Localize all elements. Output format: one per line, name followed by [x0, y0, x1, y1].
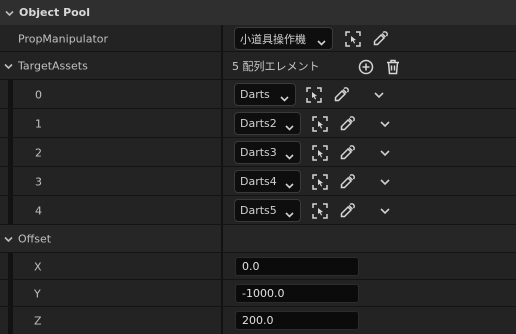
- eyedropper-icon[interactable]: [372, 31, 388, 47]
- indent-guide: [8, 109, 13, 138]
- target-asset-element-row: 2 Darts3: [0, 138, 516, 167]
- collapse-chevron-icon[interactable]: [5, 8, 14, 17]
- prop-manipulator-label: PropManipulator: [18, 32, 109, 45]
- chevron-down-icon: [285, 208, 294, 218]
- column-divider[interactable]: [221, 280, 223, 307]
- target-asset-element-row: 4 Darts5: [0, 196, 516, 225]
- element-expand-chevron-icon[interactable]: [374, 91, 384, 99]
- prop-manipulator-row: PropManipulator 小道具操作機: [0, 25, 516, 52]
- column-divider[interactable]: [221, 109, 223, 138]
- add-element-icon[interactable]: [358, 59, 374, 75]
- element-asset-value: Darts: [240, 88, 270, 101]
- target-assets-label: TargetAssets: [18, 59, 88, 73]
- chevron-down-icon: [285, 121, 294, 131]
- offset-y-input[interactable]: -1000.0: [235, 284, 359, 303]
- target-assets-name-cell: TargetAssets: [0, 52, 221, 80]
- indent-guide: [8, 280, 13, 307]
- browse-icon[interactable]: [306, 87, 322, 103]
- eyedropper-icon[interactable]: [339, 116, 355, 132]
- trash-icon[interactable]: [385, 59, 401, 75]
- offset-x-label: X: [34, 260, 42, 273]
- element-asset-value: Darts4: [240, 175, 277, 188]
- offset-x-row: X 0.0: [0, 253, 516, 280]
- object-pool-title: Object Pool: [19, 6, 91, 19]
- column-divider[interactable]: [221, 225, 223, 253]
- array-count-text: 5 配列エレメント: [232, 60, 320, 73]
- element-asset-value: Darts5: [240, 204, 277, 217]
- element-index: 2: [35, 146, 42, 159]
- eyedropper-icon[interactable]: [339, 203, 355, 219]
- element-expand-chevron-icon[interactable]: [380, 120, 390, 128]
- element-expand-chevron-icon[interactable]: [380, 149, 390, 157]
- indent-guide: [8, 80, 13, 109]
- offset-z-row: Z 200.0: [0, 307, 516, 334]
- element-index: 4: [35, 204, 42, 217]
- eyedropper-icon[interactable]: [339, 145, 355, 161]
- target-asset-element-row: 0 Darts: [0, 80, 516, 109]
- offset-y-label: Y: [34, 287, 41, 300]
- column-divider[interactable]: [221, 52, 223, 80]
- column-divider[interactable]: [221, 80, 223, 109]
- chevron-down-icon[interactable]: [4, 235, 13, 244]
- object-pool-category-header[interactable]: Object Pool: [0, 0, 516, 25]
- element-index: 1: [35, 117, 42, 130]
- offset-label: Offset: [18, 232, 52, 246]
- element-asset-combo[interactable]: Darts2: [234, 112, 301, 135]
- offset-name-cell: Offset: [0, 225, 221, 253]
- indent-guide: [8, 253, 13, 280]
- element-asset-combo[interactable]: Darts4: [234, 170, 301, 193]
- prop-manipulator-combo[interactable]: 小道具操作機: [234, 27, 333, 50]
- element-index: 3: [35, 175, 42, 188]
- element-asset-combo[interactable]: Darts5: [234, 199, 301, 222]
- eyedropper-icon[interactable]: [333, 87, 349, 103]
- indent-guide: [8, 307, 13, 334]
- element-asset-value: Darts3: [240, 146, 277, 159]
- browse-icon[interactable]: [312, 174, 328, 190]
- element-asset-value: Darts2: [240, 117, 277, 130]
- element-asset-combo[interactable]: Darts: [234, 83, 296, 106]
- chevron-down-icon: [285, 150, 294, 160]
- chevron-down-icon: [285, 179, 294, 189]
- column-divider[interactable]: [221, 138, 223, 167]
- target-asset-element-row: 1 Darts2: [0, 109, 516, 138]
- chevron-down-icon[interactable]: [4, 62, 13, 71]
- offset-y-row: Y -1000.0: [0, 280, 516, 307]
- element-expand-chevron-icon[interactable]: [380, 207, 390, 215]
- browse-icon[interactable]: [312, 203, 328, 219]
- element-asset-combo[interactable]: Darts3: [234, 141, 301, 164]
- browse-icon[interactable]: [345, 31, 361, 47]
- element-expand-chevron-icon[interactable]: [380, 178, 390, 186]
- offset-z-label: Z: [34, 314, 42, 327]
- offset-z-input[interactable]: 200.0: [235, 311, 359, 330]
- browse-icon[interactable]: [312, 145, 328, 161]
- column-divider[interactable]: [221, 167, 223, 196]
- column-divider[interactable]: [221, 25, 223, 52]
- indent-guide: [8, 138, 13, 167]
- target-assets-row: TargetAssets 5 配列エレメント: [0, 52, 516, 80]
- chevron-down-icon: [280, 92, 289, 102]
- eyedropper-icon[interactable]: [339, 174, 355, 190]
- offset-row: Offset: [0, 225, 516, 253]
- indent-guide: [8, 167, 13, 196]
- prop-manipulator-name-cell: PropManipulator: [0, 25, 221, 52]
- browse-icon[interactable]: [312, 116, 328, 132]
- column-divider[interactable]: [221, 253, 223, 280]
- chevron-down-icon: [317, 36, 326, 46]
- offset-x-input[interactable]: 0.0: [235, 257, 359, 276]
- details-panel: Object Pool PropManipulator 小道具操作機 Targe…: [0, 0, 516, 334]
- prop-manipulator-value: 小道具操作機: [240, 32, 306, 46]
- column-divider[interactable]: [221, 196, 223, 225]
- column-divider[interactable]: [221, 307, 223, 334]
- target-asset-element-row: 3 Darts4: [0, 167, 516, 196]
- element-index: 0: [35, 88, 42, 101]
- indent-guide: [8, 196, 13, 225]
